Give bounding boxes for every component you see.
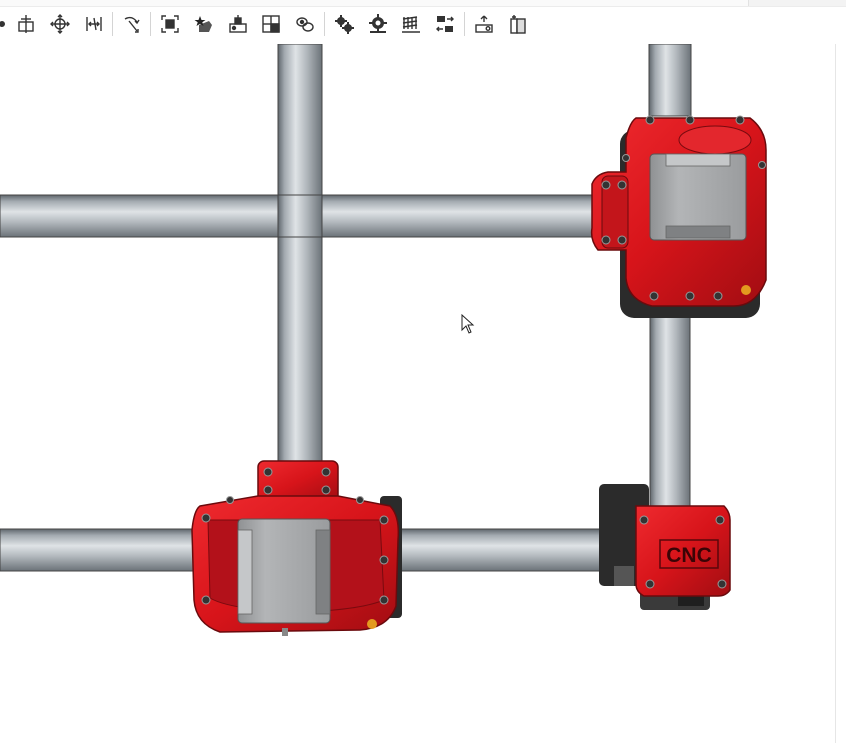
carriage-lower-left[interactable] bbox=[191, 460, 402, 636]
gear-single-icon[interactable] bbox=[366, 12, 390, 36]
partial-left-icon[interactable] bbox=[0, 12, 14, 36]
grid-pattern-icon[interactable] bbox=[259, 12, 283, 36]
viewport-right-border bbox=[835, 44, 836, 743]
carriage-upper-right[interactable] bbox=[590, 115, 767, 318]
toolbar-top-strip bbox=[0, 0, 846, 7]
cad-viewport[interactable]: CNC bbox=[0, 44, 846, 743]
rail-horizontal-lower[interactable] bbox=[0, 528, 201, 572]
mouse-cursor-icon bbox=[461, 314, 475, 334]
rail-vertical-right[interactable] bbox=[648, 44, 692, 117]
toolbar-separator bbox=[112, 12, 113, 36]
toolbar-separator bbox=[324, 12, 325, 36]
distance-icon[interactable] bbox=[82, 12, 106, 36]
toolbar-separator bbox=[464, 12, 465, 36]
toolbar-separator bbox=[150, 12, 151, 36]
rail-vertical-right-lower[interactable] bbox=[649, 311, 691, 509]
gears-icon[interactable] bbox=[332, 12, 356, 36]
rail-vertical-left[interactable] bbox=[277, 44, 323, 465]
rotate-arrow-icon[interactable] bbox=[120, 12, 144, 36]
star-part-icon[interactable] bbox=[192, 12, 216, 36]
assembly-insert-icon[interactable] bbox=[226, 12, 250, 36]
array-spring-icon[interactable] bbox=[399, 12, 423, 36]
replicate-icon[interactable] bbox=[433, 12, 457, 36]
explode-icon[interactable] bbox=[472, 12, 496, 36]
chain-link-icon[interactable] bbox=[293, 12, 317, 36]
mate-connector-icon[interactable] bbox=[14, 12, 38, 36]
toolbar bbox=[0, 0, 846, 44]
right-panel-strip bbox=[748, 0, 846, 6]
section-view-icon[interactable] bbox=[506, 12, 530, 36]
frame-select-icon[interactable] bbox=[158, 12, 182, 36]
cnc-label: CNC bbox=[666, 544, 712, 567]
assembly-scene[interactable]: CNC bbox=[0, 44, 846, 743]
move-icon[interactable] bbox=[48, 12, 72, 36]
